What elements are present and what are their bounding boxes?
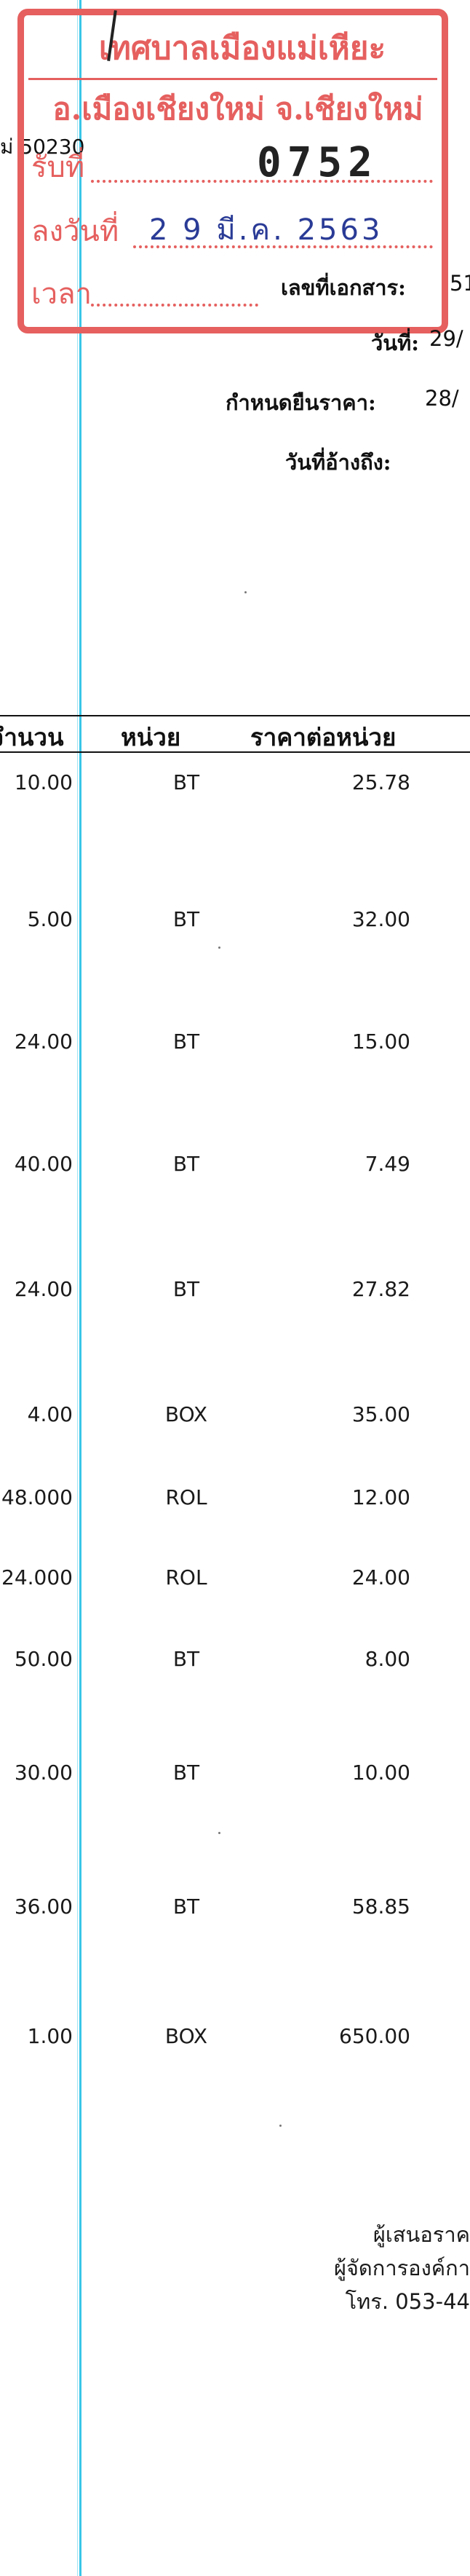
price-valid-label: กำหนดยืนราคา:: [226, 390, 376, 415]
row-price: 650.00: [339, 2024, 410, 2048]
row-qty: 24.00: [14, 1277, 73, 1301]
doc-no-label: เลขที่เอกสาร:: [281, 275, 406, 300]
stamp-received-number: 0752: [257, 139, 378, 186]
scan-dot: [279, 2125, 282, 2127]
row-price: 25.78: [351, 770, 410, 794]
scan-dot: [218, 947, 220, 949]
row-qty: 50.00: [14, 1647, 73, 1671]
row-price: 58.85: [351, 1895, 410, 1919]
ref-date-label: วันที่อ้างถึง:: [285, 450, 391, 475]
stamp-date-label: ลงวันที่: [31, 215, 119, 248]
row-qty: 1.00: [27, 2024, 73, 2048]
row-qty: 4.00: [27, 1402, 73, 1426]
stamp-received-label: รับที่: [31, 151, 85, 184]
row-qty: 24.000: [1, 1565, 73, 1589]
doc-date-value: 29/: [429, 326, 463, 351]
scan-line: [79, 0, 81, 2576]
row-qty: 36.00: [14, 1895, 73, 1919]
row-unit: BT: [172, 770, 200, 794]
row-price: 27.82: [351, 1277, 410, 1301]
stamp-time-label: เวลา: [31, 277, 92, 311]
scan-dot: [244, 591, 247, 593]
row-price: 35.00: [351, 1402, 410, 1426]
row-unit: BT: [172, 907, 200, 931]
row-price: 12.00: [351, 1485, 410, 1509]
row-qty: 30.00: [14, 1761, 73, 1785]
row-unit: BT: [172, 1647, 200, 1671]
row-qty: 40.00: [14, 1152, 73, 1176]
row-price: 15.00: [351, 1030, 410, 1054]
stamp-time-dots: [91, 304, 258, 307]
price-valid-value: 28/: [425, 386, 459, 411]
row-price: 10.00: [351, 1761, 410, 1785]
footer-manager: ผู้จัดการองค์กา: [333, 2256, 470, 2280]
doc-no-value: 51: [450, 271, 470, 296]
row-qty: 5.00: [27, 907, 73, 931]
table-header-rule: [0, 751, 470, 753]
row-unit: BOX: [164, 2024, 208, 2048]
stamp-divider: [28, 78, 437, 80]
row-qty: 10.00: [14, 770, 73, 794]
row-price: 24.00: [351, 1565, 410, 1589]
footer-proposer: ผู้เสนอราค: [373, 2222, 470, 2247]
row-unit: BOX: [164, 1402, 208, 1426]
row-unit: BT: [172, 1761, 200, 1785]
row-price: 7.49: [365, 1152, 410, 1176]
stamp-org-location: อ.เมืองเชียงใหม่ จ.เชียงใหม่: [52, 91, 423, 127]
row-unit: BT: [172, 1152, 200, 1176]
footer-phone: โทร. 053-44: [345, 2289, 470, 2314]
doc-date-label: วันที่:: [371, 331, 419, 355]
row-unit: BT: [172, 1895, 200, 1919]
row-price: 32.00: [351, 907, 410, 931]
row-unit: ROL: [165, 1485, 207, 1509]
row-qty: 48.000: [1, 1485, 73, 1509]
table-top-rule: [0, 715, 470, 716]
row-unit: ROL: [165, 1565, 207, 1589]
row-price: 8.00: [365, 1647, 410, 1671]
row-unit: BT: [172, 1030, 200, 1054]
scan-dot: [218, 1832, 220, 1834]
scan-line-shadow: [77, 0, 78, 2576]
row-unit: BT: [172, 1277, 200, 1301]
row-qty: 24.00: [14, 1030, 73, 1054]
stamp-org-name: เทศบาลเมืองแม่เหียะ: [98, 30, 386, 67]
stamp-date-value: 2 9 มี.ค. 2563: [149, 213, 383, 247]
